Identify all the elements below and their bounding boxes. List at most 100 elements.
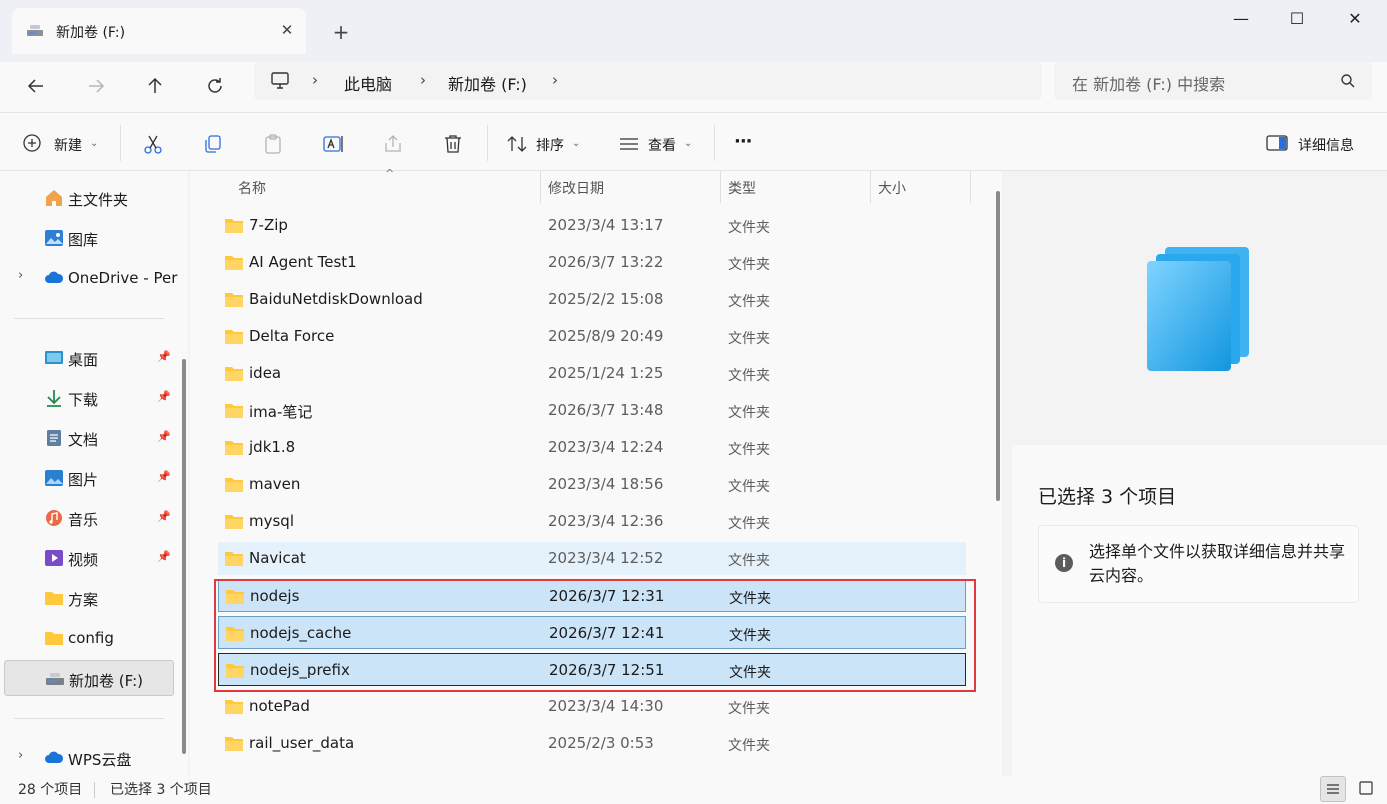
cut-button[interactable] (140, 127, 166, 159)
expand-chevron-icon[interactable]: › (18, 268, 23, 283)
file-row[interactable]: nodejs 2026/3/7 12:31 文件夹 (218, 579, 966, 612)
arrow-up-icon (148, 77, 162, 93)
view-label: 查看 (648, 138, 676, 154)
tab-active[interactable]: 新加卷 (F:) ✕ (12, 8, 306, 54)
file-row[interactable]: nodejs_cache 2026/3/7 12:41 文件夹 (218, 616, 966, 649)
file-row[interactable]: nodejs_prefix 2026/3/7 12:51 文件夹 (218, 653, 966, 686)
expand-chevron-icon[interactable]: › (18, 748, 23, 763)
address-bar[interactable]: › 此电脑 › 新加卷 (F:) › (254, 62, 1042, 100)
file-row[interactable]: ima-笔记 2026/3/7 13:48 文件夹 (218, 394, 966, 427)
sidebar-item-wps-cloud[interactable]: › WPS云盘 (4, 740, 174, 776)
rename-button[interactable] (320, 127, 346, 159)
refresh-button[interactable] (199, 70, 231, 102)
pin-icon[interactable]: 📌 (157, 350, 171, 363)
folder-icon (225, 515, 243, 529)
pin-icon[interactable]: 📌 (157, 470, 171, 483)
folder-icon (225, 552, 243, 566)
chevron-down-icon: ⌄ (90, 138, 99, 149)
drive-icon (46, 673, 64, 685)
details-pane: 已选择 3 个项目 i 选择单个文件以获取详细信息并共享云内容。 (1012, 171, 1387, 776)
back-button[interactable] (20, 70, 52, 102)
forward-button[interactable] (80, 70, 112, 102)
paste-button[interactable] (260, 127, 286, 159)
file-row[interactable]: notePad 2023/3/4 14:30 文件夹 (218, 690, 966, 723)
file-row[interactable]: rail_user_data 2025/2/3 0:53 文件夹 (218, 727, 966, 760)
file-row[interactable]: mysql 2023/3/4 12:36 文件夹 (218, 505, 966, 538)
maximize-button[interactable]: ☐ (1269, 4, 1325, 36)
delete-button[interactable] (440, 127, 466, 159)
more-options-button[interactable]: ··· (732, 127, 762, 159)
up-button[interactable] (139, 70, 171, 102)
cloud-icon (45, 751, 64, 763)
sidebar-item-pictures[interactable]: 图片 📌 (4, 460, 174, 496)
folder-icon (225, 737, 243, 751)
column-header-date[interactable]: 修改日期 (548, 178, 604, 210)
file-type: 文件夹 (728, 738, 770, 754)
column-header-type[interactable]: 类型 (728, 178, 756, 210)
breadcrumb-drive[interactable]: 新加卷 (F:) (448, 71, 527, 95)
view-button[interactable]: 查看 ⌄ (616, 127, 698, 159)
share-button[interactable] (380, 127, 406, 159)
pin-icon[interactable]: 📌 (157, 390, 171, 403)
close-window-button[interactable]: ✕ (1327, 4, 1383, 36)
file-date: 2023/3/4 13:17 (548, 216, 664, 234)
sort-icon (507, 136, 527, 152)
copy-button[interactable] (200, 127, 226, 159)
pin-icon[interactable]: 📌 (157, 550, 171, 563)
arrow-right-icon (89, 79, 105, 93)
sidebar-item-videos[interactable]: 视频 📌 (4, 540, 174, 576)
sidebar-item-desktop[interactable]: 桌面 📌 (4, 340, 174, 376)
file-name: nodejs_prefix (250, 661, 350, 679)
breadcrumb-chevron-icon[interactable]: › (312, 71, 318, 89)
sidebar-scrollbar[interactable] (182, 359, 186, 754)
divider (714, 125, 715, 161)
sidebar-item-documents[interactable]: 文档 📌 (4, 420, 174, 456)
column-header-name[interactable]: 名称 (238, 178, 266, 210)
file-type: 文件夹 (728, 405, 770, 421)
sidebar-item-label: config (68, 629, 114, 647)
sidebar-item-label: 下载 (68, 391, 99, 409)
sidebar-item-config[interactable]: config (4, 620, 174, 656)
file-row[interactable]: AI Agent Test1 2026/3/7 13:22 文件夹 (218, 246, 966, 279)
new-tab-button[interactable]: + (328, 20, 354, 46)
file-row[interactable]: maven 2023/3/4 18:56 文件夹 (218, 468, 966, 501)
details-view-button[interactable] (1320, 776, 1346, 802)
breadcrumb-chevron-icon[interactable]: › (420, 71, 426, 89)
refresh-icon (208, 78, 222, 93)
sidebar-item-gallery[interactable]: 图库 (4, 220, 174, 256)
pin-icon[interactable]: 📌 (157, 510, 171, 523)
tab-title: 新加卷 (F:) (56, 25, 126, 41)
new-button[interactable]: 新建 ⌄ (20, 127, 104, 159)
sidebar-item-label: 文档 (68, 431, 99, 449)
details-pane-button[interactable]: 详细信息 (1266, 127, 1366, 159)
file-row[interactable]: Navicat 2023/3/4 12:52 文件夹 (218, 542, 966, 575)
search-input[interactable]: 在 新加卷 (F:) 中搜索 (1054, 62, 1372, 100)
sidebar-item-home[interactable]: 主文件夹 (4, 180, 174, 216)
sidebar-item-downloads[interactable]: 下载 📌 (4, 380, 174, 416)
chevron-down-icon: ⌄ (572, 138, 581, 149)
sidebar-item-drive-f[interactable]: 新加卷 (F:) (4, 660, 174, 696)
file-row[interactable]: Delta Force 2025/8/9 20:49 文件夹 (218, 320, 966, 353)
sidebar-item-onedrive[interactable]: › OneDrive - Per (4, 260, 177, 296)
sort-button[interactable]: 排序 ⌄ (504, 127, 584, 159)
minimize-button[interactable]: — (1213, 4, 1269, 36)
large-icons-view-button[interactable] (1353, 776, 1379, 802)
file-row[interactable]: 7-Zip 2023/3/4 13:17 文件夹 (218, 209, 966, 242)
file-row[interactable]: BaiduNetdiskDownload 2025/2/2 15:08 文件夹 (218, 283, 966, 316)
folder-icon (225, 367, 243, 381)
file-row[interactable]: idea 2025/1/24 1:25 文件夹 (218, 357, 966, 390)
file-row[interactable]: jdk1.8 2023/3/4 12:24 文件夹 (218, 431, 966, 464)
computer-icon (271, 72, 289, 89)
pin-icon[interactable]: 📌 (157, 430, 171, 443)
breadcrumb-this-pc[interactable]: 此电脑 (344, 71, 392, 95)
file-date: 2023/3/4 12:24 (548, 438, 664, 456)
sidebar-item-music[interactable]: 音乐 📌 (4, 500, 174, 536)
sidebar-item-label: 主文件夹 (68, 191, 129, 209)
sidebar-item-fangan[interactable]: 方案 (4, 580, 174, 616)
column-header-size[interactable]: 大小 (878, 178, 906, 210)
breadcrumb-chevron-icon[interactable]: › (552, 71, 558, 89)
tab-close-icon[interactable]: ✕ (276, 19, 298, 41)
sidebar-item-label: 视频 (68, 551, 99, 569)
file-list-scrollbar[interactable] (996, 191, 1000, 501)
chevron-down-icon: ⌄ (684, 138, 693, 149)
